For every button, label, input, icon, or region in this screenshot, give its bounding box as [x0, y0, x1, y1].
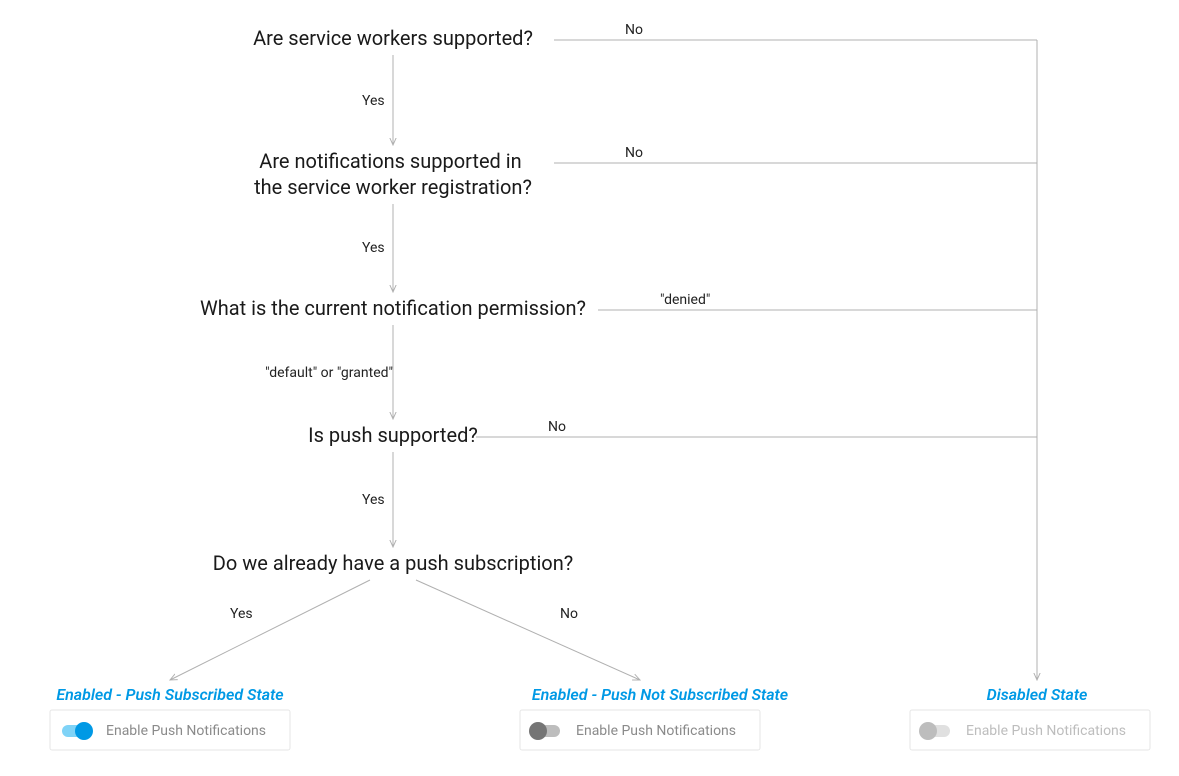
node-q1: Are service workers supported?: [253, 26, 533, 50]
toggle-card-not-subscribed: Enable Push Notifications: [520, 710, 760, 750]
edge-q5-yes-label: Yes: [230, 606, 253, 622]
node-q5: Do we already have a push subscription?: [213, 551, 573, 575]
state-not-subscribed-label: Enabled - Push Not Subscribed State: [532, 685, 788, 704]
state-disabled-label: Disabled State: [987, 685, 1088, 704]
edge-q2-yes-label: Yes: [362, 240, 385, 256]
edge-q5-yes: [170, 580, 370, 680]
edge-q1-yes-label: Yes: [362, 93, 385, 109]
edge-q4-yes-label: Yes: [362, 492, 385, 508]
toggle-label-not-subscribed: Enable Push Notifications: [576, 723, 736, 739]
edge-q5-no-label: No: [560, 606, 578, 622]
edge-q2-no-label: No: [625, 145, 643, 161]
edge-q3-default-label: "default" or "granted": [265, 365, 393, 381]
toggle-card-subscribed: Enable Push Notifications: [50, 710, 290, 750]
edge-q4-no-label: No: [548, 419, 566, 435]
node-q4: Is push supported?: [308, 423, 478, 447]
edge-q3-denied-label: "denied": [660, 292, 710, 308]
node-q2: Are notifications supported in the servi…: [254, 149, 532, 199]
toggle-label-disabled: Enable Push Notifications: [966, 723, 1126, 739]
edge-q5-no: [416, 580, 640, 680]
state-subscribed-label: Enabled - Push Subscribed State: [56, 685, 283, 704]
toggle-card-disabled: Enable Push Notifications: [910, 710, 1150, 750]
toggle-label-subscribed: Enable Push Notifications: [106, 723, 266, 739]
flowchart: Are service workers supported? Are notif…: [0, 0, 1179, 776]
node-q3: What is the current notification permiss…: [200, 296, 586, 320]
edge-q1-no-label: No: [625, 22, 643, 38]
